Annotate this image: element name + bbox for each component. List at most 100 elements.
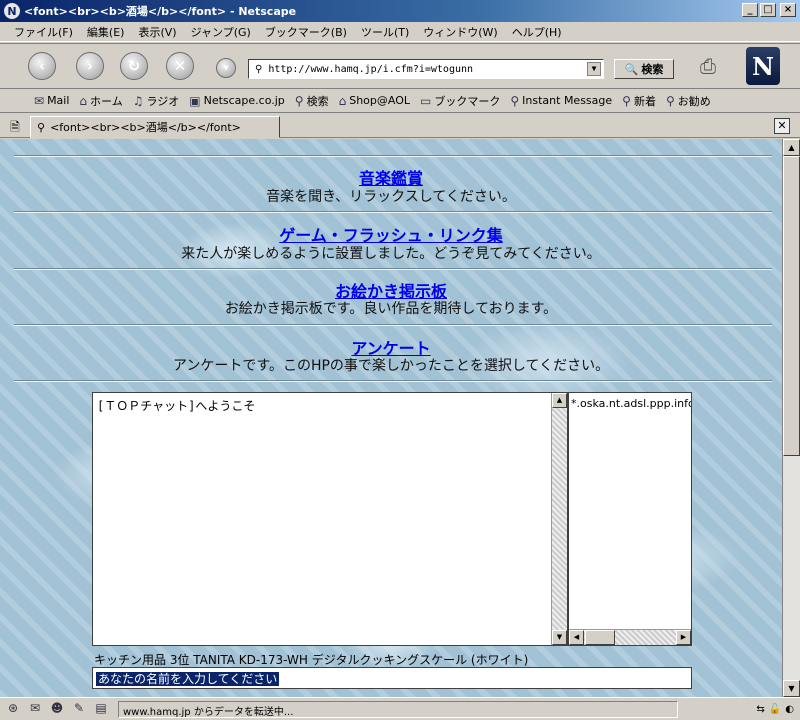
ad-text[interactable]: キッチン用品 3位 TANITA KD-173-WH デジタルクッキングスケール… <box>94 651 528 668</box>
print-icon[interactable]: ⎙ <box>700 54 716 78</box>
divider <box>14 155 772 157</box>
window-title: <font><br><b>酒場</b></font> - Netscape <box>24 5 297 18</box>
menu-help[interactable]: ヘルプ(H) <box>512 24 562 40</box>
url-text: http://www.hamq.jp/i.cfm?i=wtogunn <box>268 63 474 75</box>
scroll-left-arrow-icon[interactable]: ◀ <box>569 630 584 645</box>
link-icon: ⚲ <box>510 93 520 108</box>
page-scrollbar[interactable]: ▲ ▼ <box>782 139 800 697</box>
page-scroll-up-icon[interactable]: ▲ <box>783 139 800 156</box>
go-dropdown-button[interactable]: ▾ <box>216 58 236 78</box>
divider <box>14 324 772 326</box>
title-bar: N <font><br><b>酒場</b></font> - Netscape … <box>0 0 800 22</box>
page-content: 音楽鑑賞 音楽を聞き、リラックスしてください。 ゲーム・フラッシュ・リンク集 来… <box>0 139 782 697</box>
bookmark-mail[interactable]: ✉ Mail <box>34 94 69 108</box>
divider <box>14 211 772 213</box>
menu-bar: ファイル(F) 編集(E) 表示(V) ジャンプ(G) ブックマーク(B) ツー… <box>0 22 800 42</box>
bookmark-instant-message[interactable]: ⚲ Instant Message <box>510 94 612 108</box>
stop-button[interactable]: ✕ <box>166 52 194 80</box>
chevron-down-icon: ▾ <box>223 62 229 74</box>
desc-oekaki: お絵かき掲示板です。良い作品を期待しております。 <box>224 301 558 317</box>
headphones-icon: ♫ <box>132 93 144 108</box>
page-scroll-down-icon[interactable]: ▼ <box>783 680 800 697</box>
aim-icon[interactable]: ☻ <box>48 701 66 717</box>
address-book-icon[interactable]: ▤ <box>92 701 110 717</box>
menu-edit[interactable]: 編集(E) <box>87 24 125 40</box>
mail-icon[interactable]: ✉ <box>26 701 44 717</box>
menu-window[interactable]: ウィンドウ(W) <box>423 24 497 40</box>
link-icon: ⚲ <box>665 93 675 108</box>
name-input[interactable]: あなたの名前を入力してください <box>92 667 692 689</box>
bookmark-netscape[interactable]: ▣ Netscape.co.jp <box>189 94 285 108</box>
name-input-selected-text: あなたの名前を入力してください <box>96 672 280 686</box>
my-netscape-icon: ▣ <box>189 93 201 108</box>
divider <box>14 268 772 270</box>
back-arrow-icon: ‹ <box>38 57 46 75</box>
cookie-icon[interactable]: ◐ <box>785 704 794 715</box>
menu-file[interactable]: ファイル(F) <box>14 24 73 40</box>
netscape-app-icon[interactable]: N <box>4 3 20 19</box>
forward-button[interactable]: › <box>76 52 104 80</box>
stop-icon: ✕ <box>173 57 187 75</box>
url-history-dropdown[interactable]: ▼ <box>587 62 601 76</box>
status-text: www.hamq.jp からデータを転送中... <box>118 700 678 718</box>
close-button[interactable]: × <box>780 3 796 17</box>
composer-icon[interactable]: ✎ <box>70 701 88 717</box>
desc-music: 音楽を聞き、リラックスしてください。 <box>266 189 516 205</box>
bookmark-new[interactable]: ⚲ 新着 <box>622 93 656 109</box>
bookmark-search[interactable]: ⚲ 検索 <box>295 93 329 109</box>
user-list-hscrollbar[interactable]: ◀ ▶ <box>569 629 691 645</box>
tab-current[interactable]: ⚲ <font><br><b>酒場</b></font> <box>30 116 280 138</box>
netscape-logo[interactable]: N <box>746 47 780 85</box>
menu-view[interactable]: 表示(V) <box>138 24 176 40</box>
folder-icon: ▭ <box>420 93 432 108</box>
bookmark-recommend[interactable]: ⚲ お勧め <box>666 93 711 109</box>
status-indicators: ⇆ 🔓 ◐ <box>756 704 794 715</box>
mail-icon: ✉ <box>34 93 45 108</box>
page-scroll-thumb[interactable] <box>783 156 800 456</box>
shop-icon: ⌂ <box>338 93 347 108</box>
bookmark-home[interactable]: ⌂ ホーム <box>79 93 122 109</box>
bookmark-shop[interactable]: ⌂ Shop@AOL <box>339 94 410 108</box>
bookmark-radio[interactable]: ♫ ラジオ <box>133 93 180 109</box>
page-proxy-icon: ⚲ <box>255 63 263 75</box>
chat-log[interactable]: [ＴＯＰチャット]へようこそ ▲ ▼ <box>92 392 568 646</box>
url-bar[interactable]: ⚲ http://www.hamq.jp/i.cfm?i=wtogunn ▼ <box>248 59 604 79</box>
close-tab-button[interactable]: ✕ <box>774 118 790 134</box>
tab-bar: 🗎 ⚲ <font><br><b>酒場</b></font> ✕ <box>0 114 800 138</box>
chat-log-scrollbar[interactable]: ▲ ▼ <box>551 393 567 645</box>
magnifier-icon: 🔍 <box>624 62 639 76</box>
window-controls: _ □ × <box>742 3 796 17</box>
bookmark-folder[interactable]: ▭ ブックマーク <box>420 93 500 109</box>
search-button-label: 検索 <box>641 63 664 76</box>
divider <box>14 380 772 382</box>
scroll-up-arrow-icon[interactable]: ▲ <box>552 393 567 408</box>
menu-tools[interactable]: ツール(T) <box>361 24 409 40</box>
personal-toolbar: ✉ Mail ⌂ ホーム ♫ ラジオ ▣ Netscape.co.jp ⚲ 検索 ⌂ Sho… <box>0 89 800 113</box>
reload-icon: ↻ <box>127 57 141 75</box>
forward-arrow-icon: › <box>86 57 94 75</box>
online-status-icon[interactable]: ⇆ <box>756 704 764 715</box>
chat-user-host: *.oska.nt.adsl.ppp.infoweb <box>571 397 691 410</box>
navigation-toolbar: ‹ › ↻ ✕ ▾ ⚲ http://www.hamq.jp/i.cfm?i=w… <box>0 43 800 89</box>
security-lock-icon[interactable]: 🔓 <box>769 704 781 715</box>
menu-go[interactable]: ジャンプ(G) <box>191 24 251 40</box>
reload-button[interactable]: ↻ <box>120 52 148 80</box>
scroll-right-arrow-icon[interactable]: ▶ <box>676 630 691 645</box>
link-icon: ⚲ <box>622 93 631 108</box>
new-tab-icon[interactable]: 🗎 <box>6 118 24 136</box>
maximize-button[interactable]: □ <box>760 3 776 17</box>
status-bar: ⊛ ✉ ☻ ✎ ▤ www.hamq.jp からデータを転送中... ⇆ 🔓 ◐ <box>0 697 800 720</box>
search-icon: ⚲ <box>294 93 304 108</box>
hscroll-thumb[interactable] <box>585 630 615 645</box>
home-icon: ⌂ <box>79 93 88 108</box>
scroll-down-arrow-icon[interactable]: ▼ <box>552 630 567 645</box>
search-button[interactable]: 🔍 検索 <box>614 59 674 79</box>
chat-user-list[interactable]: *.oska.nt.adsl.ppp.infoweb ◀ ▶ <box>568 392 692 646</box>
navigator-icon[interactable]: ⊛ <box>4 701 22 717</box>
tab-label: <font><br><b>酒場</b></font> <box>50 121 241 134</box>
back-button[interactable]: ‹ <box>28 52 56 80</box>
minimize-button[interactable]: _ <box>742 3 758 17</box>
desc-survey: アンケートです。このHPの事で楽しかったことを選択してください。 <box>172 358 610 374</box>
chat-welcome-message: [ＴＯＰチャット]へようこそ <box>97 399 256 413</box>
menu-bookmarks[interactable]: ブックマーク(B) <box>265 24 347 40</box>
